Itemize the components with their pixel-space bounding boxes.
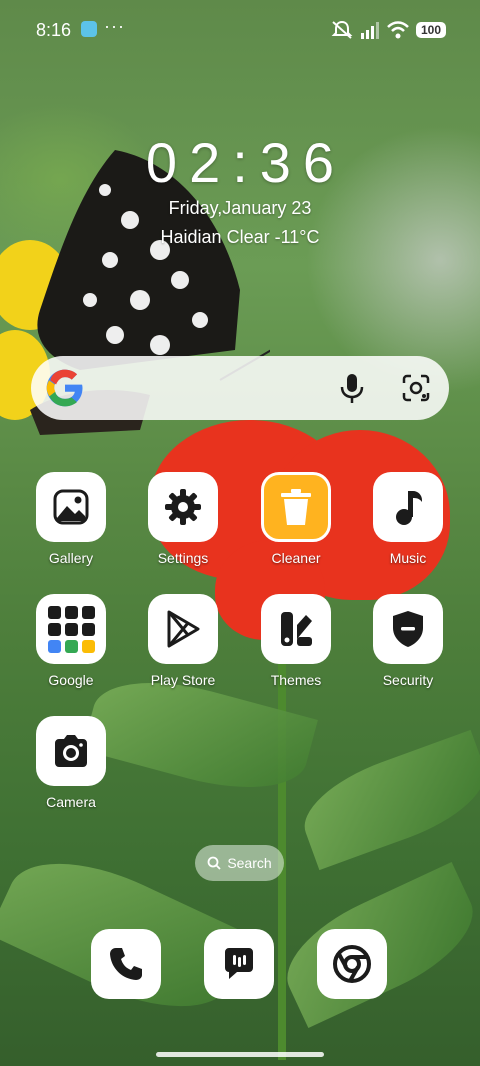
app-music[interactable]: Music — [353, 472, 463, 566]
dock-chrome[interactable] — [317, 929, 387, 999]
camera-icon — [55, 735, 87, 767]
app-themes[interactable]: Themes — [241, 594, 351, 688]
play-store-icon — [167, 610, 200, 648]
search-label: Search — [227, 855, 272, 871]
app-camera[interactable]: Camera — [16, 716, 126, 810]
signal-icon — [360, 22, 379, 39]
app-label: Google — [48, 672, 94, 688]
gallery-icon — [53, 489, 89, 525]
notification-app-icon — [81, 21, 97, 37]
security-tile[interactable] — [373, 594, 443, 664]
settings-tile[interactable] — [148, 472, 218, 542]
shield-icon — [393, 611, 423, 647]
music-note-icon — [396, 491, 422, 525]
app-search-button[interactable]: Search — [195, 845, 284, 881]
themes-icon — [281, 612, 312, 646]
google-logo-icon — [46, 369, 83, 407]
google-search-bar[interactable] — [31, 356, 449, 420]
google-folder-tile[interactable] — [36, 594, 106, 664]
gallery-tile[interactable] — [36, 472, 106, 542]
wifi-icon — [387, 21, 409, 39]
home-indicator[interactable] — [156, 1052, 324, 1057]
app-cleaner[interactable]: Cleaner — [241, 472, 351, 566]
app-label: Music — [389, 550, 427, 566]
status-icons: 100 — [331, 20, 446, 40]
clock-time[interactable]: 02:36 — [0, 130, 480, 195]
app-play-store[interactable]: Play Store — [128, 594, 238, 688]
play-store-tile[interactable] — [148, 594, 218, 664]
app-label: Gallery — [48, 550, 94, 566]
gear-icon — [165, 489, 201, 525]
google-folder-icons — [47, 605, 95, 653]
battery-indicator: 100 — [415, 22, 446, 38]
weather-info[interactable]: Haidian Clear -11°C — [0, 227, 480, 248]
chrome-icon — [333, 945, 371, 983]
cleaner-tile[interactable] — [261, 472, 331, 542]
app-google-folder[interactable]: Google — [16, 594, 126, 688]
google-lens-icon[interactable] — [401, 373, 431, 403]
themes-tile[interactable] — [261, 594, 331, 664]
dock-phone[interactable] — [91, 929, 161, 999]
app-settings[interactable]: Settings — [128, 472, 238, 566]
microphone-icon[interactable] — [337, 372, 367, 404]
app-label: Camera — [46, 794, 96, 810]
clock-date[interactable]: Friday,January 23 — [0, 198, 480, 219]
app-label: Play Store — [150, 672, 216, 688]
music-tile[interactable] — [373, 472, 443, 542]
status-time: 8:16 — [36, 20, 72, 40]
app-gallery[interactable]: Gallery — [16, 472, 126, 566]
search-icon — [207, 856, 221, 870]
app-security[interactable]: Security — [353, 594, 463, 688]
bell-muted-icon — [331, 20, 353, 39]
phone-icon — [110, 948, 142, 980]
app-label: Settings — [157, 550, 209, 566]
trash-icon — [281, 489, 311, 525]
status-bar: 8:16 ··· 100 — [0, 0, 480, 60]
more-notifications-icon: ··· — [104, 16, 125, 36]
app-label: Cleaner — [271, 550, 321, 566]
dock-messages[interactable] — [204, 929, 274, 999]
app-label: Security — [382, 672, 434, 688]
camera-tile[interactable] — [36, 716, 106, 786]
messages-icon — [225, 948, 253, 979]
app-label: Themes — [270, 672, 322, 688]
